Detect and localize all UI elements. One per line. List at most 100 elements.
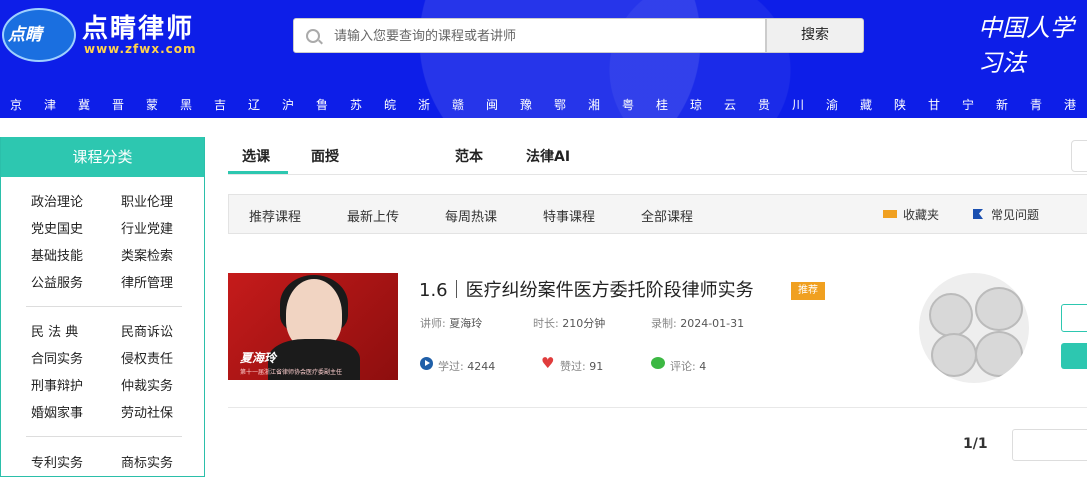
region-link[interactable]: 赣	[452, 96, 464, 113]
category-link[interactable]: 律所管理	[121, 272, 173, 291]
panda-sticker	[975, 287, 1023, 331]
subnav-all[interactable]: 全部课程	[641, 206, 693, 225]
region-link[interactable]: 藏	[860, 96, 872, 113]
region-link[interactable]: 琼	[690, 96, 702, 113]
search-icon	[306, 29, 320, 43]
search-input[interactable]	[332, 19, 756, 54]
region-link[interactable]: 贵	[758, 96, 770, 113]
region-link[interactable]: 甘	[928, 96, 940, 113]
search-button[interactable]: 搜索	[766, 18, 864, 53]
region-link[interactable]: 宁	[962, 96, 974, 113]
lecturer-meta: 讲师: 夏海玲	[420, 315, 482, 331]
region-link[interactable]: 豫	[520, 96, 532, 113]
category-separator	[26, 306, 182, 307]
tab-right-control[interactable]	[1071, 140, 1087, 172]
duration-label: 时长:	[533, 317, 559, 330]
course-title[interactable]: 1.6｜医疗纠纷案件医方委托阶段律师实务	[419, 276, 754, 302]
faq-link[interactable]: 常见问题	[991, 206, 1039, 223]
region-nav: 京津冀晋蒙黑吉辽沪鲁苏皖浙赣闽豫鄂湘粤桂琼云贵川渝藏陕甘宁新青港	[0, 92, 1087, 118]
category-link[interactable]: 政治理论	[31, 191, 83, 210]
region-link[interactable]: 津	[44, 96, 56, 113]
likes-label: 赞过:	[560, 360, 586, 373]
brand-title[interactable]: 点睛律师	[82, 8, 194, 45]
tab-select-course[interactable]: 选课	[242, 146, 270, 166]
region-link[interactable]: 渝	[826, 96, 838, 113]
category-link[interactable]: 专利实务	[31, 452, 83, 471]
category-link[interactable]: 公益服务	[31, 272, 83, 291]
region-link[interactable]: 闽	[486, 96, 498, 113]
region-link[interactable]: 粤	[622, 96, 634, 113]
thumbnail-lecturer-title: 第十一届浙江省律师协会医疗委副主任	[240, 369, 343, 376]
tab-templates[interactable]: 范本	[455, 146, 483, 166]
region-link[interactable]: 浙	[418, 96, 430, 113]
category-link[interactable]: 商标实务	[121, 452, 173, 471]
category-link[interactable]: 劳动社保	[121, 402, 173, 421]
subnav-recommended[interactable]: 推荐课程	[249, 206, 301, 225]
subnav-special[interactable]: 特事课程	[543, 206, 595, 225]
region-link[interactable]: 晋	[112, 96, 124, 113]
comment-icon[interactable]	[651, 357, 665, 369]
list-divider	[228, 407, 1087, 408]
search-box	[293, 18, 766, 54]
lecturer-name[interactable]: 夏海玲	[449, 317, 482, 330]
main-tabs: 选课 面授 范本 法律AI	[228, 140, 1087, 175]
region-link[interactable]: 鲁	[316, 96, 328, 113]
region-link[interactable]: 皖	[384, 96, 396, 113]
category-link[interactable]: 类案检索	[121, 245, 173, 264]
play-icon	[420, 357, 433, 370]
region-link[interactable]: 陕	[894, 96, 906, 113]
tab-in-person[interactable]: 面授	[311, 146, 339, 166]
panda-sticker	[931, 333, 977, 377]
region-link[interactable]: 新	[996, 96, 1008, 113]
region-link[interactable]: 沪	[282, 96, 294, 113]
recorded-label: 录制:	[651, 317, 677, 330]
region-link[interactable]: 港	[1064, 96, 1076, 113]
bookmark-icon	[883, 210, 897, 218]
region-link[interactable]: 鄂	[554, 96, 566, 113]
region-link[interactable]: 苏	[350, 96, 362, 113]
active-tab-indicator	[228, 171, 288, 174]
lecturer-label: 讲师:	[420, 317, 446, 330]
region-link[interactable]: 辽	[248, 96, 260, 113]
region-link[interactable]: 黑	[180, 96, 192, 113]
learned-stat: 学过: 4244	[438, 358, 495, 374]
region-link[interactable]: 青	[1030, 96, 1042, 113]
region-link[interactable]: 吉	[214, 96, 226, 113]
side-filled-button[interactable]	[1061, 343, 1087, 369]
region-link[interactable]: 桂	[656, 96, 668, 113]
tab-legal-ai[interactable]: 法律AI	[526, 146, 570, 166]
region-link[interactable]: 云	[724, 96, 736, 113]
course-category-sidebar: 课程分类	[0, 137, 205, 477]
panda-sticker	[929, 293, 973, 337]
category-link[interactable]: 刑事辩护	[31, 375, 83, 394]
region-link[interactable]: 湘	[588, 96, 600, 113]
subnav-latest[interactable]: 最新上传	[347, 206, 399, 225]
likes-stat: 赞过: 91	[560, 358, 603, 374]
category-link[interactable]: 党史国史	[31, 218, 83, 237]
comments-label: 评论:	[670, 360, 696, 373]
logo-text: 点睛	[8, 25, 42, 45]
subnav-weekly-hot[interactable]: 每周热课	[445, 206, 497, 225]
category-link[interactable]: 民 法 典	[31, 321, 78, 340]
region-link[interactable]: 川	[792, 96, 804, 113]
duration-meta: 时长: 210分钟	[533, 315, 605, 331]
category-link[interactable]: 合同实务	[31, 348, 83, 367]
category-link[interactable]: 侵权责任	[121, 348, 173, 367]
recommended-badge: 推荐	[791, 282, 825, 300]
heart-icon[interactable]: ♥	[541, 356, 556, 371]
category-link[interactable]: 基础技能	[31, 245, 83, 264]
course-thumbnail[interactable]: 夏海玲 第十一届浙江省律师协会医疗委副主任	[228, 273, 398, 380]
page-jump-input[interactable]	[1012, 429, 1087, 461]
category-link[interactable]: 职业伦理	[121, 191, 173, 210]
region-link[interactable]: 冀	[78, 96, 90, 113]
category-link[interactable]: 仲裁实务	[121, 375, 173, 394]
recorded-value: 2024-01-31	[680, 317, 745, 330]
side-outline-button[interactable]	[1061, 304, 1087, 332]
region-link[interactable]: 京	[10, 96, 22, 113]
category-link[interactable]: 行业党建	[121, 218, 173, 237]
region-link[interactable]: 蒙	[146, 96, 158, 113]
bookmark-link[interactable]: 收藏夹	[903, 206, 939, 223]
category-link[interactable]: 婚姻家事	[31, 402, 83, 421]
brand-url: www.zfwx.com	[84, 42, 197, 56]
category-link[interactable]: 民商诉讼	[121, 321, 173, 340]
